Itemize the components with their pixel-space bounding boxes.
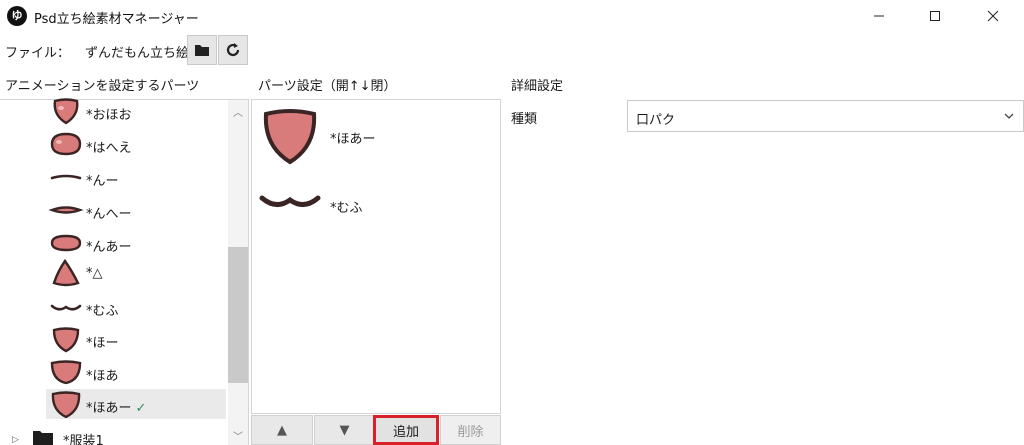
folder-icon (195, 45, 209, 56)
kind-select-value: 口パク (636, 113, 676, 128)
mouth-n-line-icon (50, 174, 82, 180)
tree-item-label: *ほあー ✓ (86, 397, 146, 416)
reload-icon (226, 43, 240, 57)
kind-select[interactable]: 口パク (627, 100, 1024, 132)
file-label: ファイル： (5, 46, 71, 61)
close-button[interactable] (970, 0, 1016, 32)
maximize-icon (930, 11, 940, 21)
part-item[interactable]: *ほあー (258, 106, 376, 170)
title-bar: ゆ Psd立ち絵素材マネージャー (0, 0, 1024, 32)
tree-folder-label[interactable]: *服装1 (63, 430, 104, 445)
add-button[interactable]: 追加 (373, 415, 439, 445)
part-item[interactable]: *むふ (258, 186, 363, 220)
maximize-button[interactable] (912, 0, 958, 32)
tree-item-label: *んへー (86, 207, 132, 222)
expand-arrow-icon[interactable]: ▷ (12, 435, 19, 445)
tree-scrollbar[interactable]: ︿ ﹀ (228, 100, 248, 445)
parts-list[interactable]: *ほあー *むふ (251, 99, 501, 414)
tree-item[interactable]: *んあー (46, 228, 226, 258)
part-item-label: *むふ (330, 201, 363, 216)
tree-item-label: *おほお (86, 108, 132, 123)
mouth-hoa-icon (50, 360, 82, 385)
mouth-hahee-icon (50, 132, 82, 156)
move-down-button[interactable]: ▼ (314, 415, 375, 445)
tree-item[interactable]: *むふ (46, 292, 226, 322)
detail-setting-header: 詳細設定 (511, 79, 564, 94)
tree-item[interactable]: *んー (46, 162, 226, 192)
close-icon (987, 10, 999, 22)
file-bar: ファイル： ずんだもん立ち絵素 (0, 33, 1024, 67)
tree-item-label: *はへえ (86, 141, 132, 156)
mouth-naa-icon (50, 234, 82, 252)
part-item-label: *ほあー (330, 132, 376, 147)
open-folder-button[interactable] (187, 35, 217, 65)
mouth-mufu-icon (259, 195, 321, 207)
check-icon: ✓ (135, 401, 147, 416)
tree-item[interactable]: *おほお (46, 96, 226, 126)
minimize-button[interactable] (856, 0, 902, 32)
tree-item-label: *△ (86, 266, 103, 281)
minimize-icon (874, 15, 884, 17)
move-up-button[interactable]: ▲ (251, 415, 313, 445)
mouth-hoaa-icon (263, 109, 317, 165)
tree-item-label-text: *ほあー (86, 401, 132, 416)
tree-item-label: *ほあ (86, 369, 119, 384)
file-name: ずんだもん立ち絵素 (85, 46, 203, 61)
chevron-down-icon (1004, 113, 1014, 119)
tree-item-label: *ほー (86, 336, 119, 351)
tree-item[interactable]: *△ (46, 258, 226, 288)
kind-label: 種類 (511, 112, 538, 127)
mouth-nhe-icon (48, 206, 84, 214)
scroll-down-icon[interactable]: ﹀ (233, 428, 243, 443)
tree-item[interactable]: *んへー (46, 195, 226, 225)
window-title: Psd立ち絵素材マネージャー (34, 12, 199, 27)
mouth-mufu-icon (50, 304, 82, 311)
mouth-hoo-icon (52, 327, 80, 353)
tree-item-label: *んー (86, 174, 119, 189)
parts-setting-header: パーツ設定（開↑↓閉） (258, 79, 397, 94)
mouth-hoaa-icon (51, 391, 81, 418)
mouth-ohoo-icon (53, 98, 79, 125)
anim-parts-header: アニメーションを設定するパーツ (5, 79, 200, 94)
tree-item-label: *むふ (86, 304, 119, 319)
scroll-up-icon[interactable]: ︿ (233, 104, 243, 119)
tree-item[interactable]: *ほあ (46, 357, 226, 387)
scroll-thumb[interactable] (228, 247, 248, 383)
delete-button[interactable]: 削除 (440, 415, 501, 445)
folder-icon (33, 431, 53, 445)
app-logo-icon: ゆ (7, 6, 27, 26)
reload-button[interactable] (218, 35, 248, 65)
tree-item[interactable]: *ほー (46, 324, 226, 354)
tree-item-label: *んあー (86, 240, 132, 255)
mouth-triangle-icon (52, 259, 80, 287)
tree-item[interactable]: *はへえ (46, 129, 226, 159)
tree-item-selected[interactable]: *ほあー ✓ (46, 389, 226, 419)
